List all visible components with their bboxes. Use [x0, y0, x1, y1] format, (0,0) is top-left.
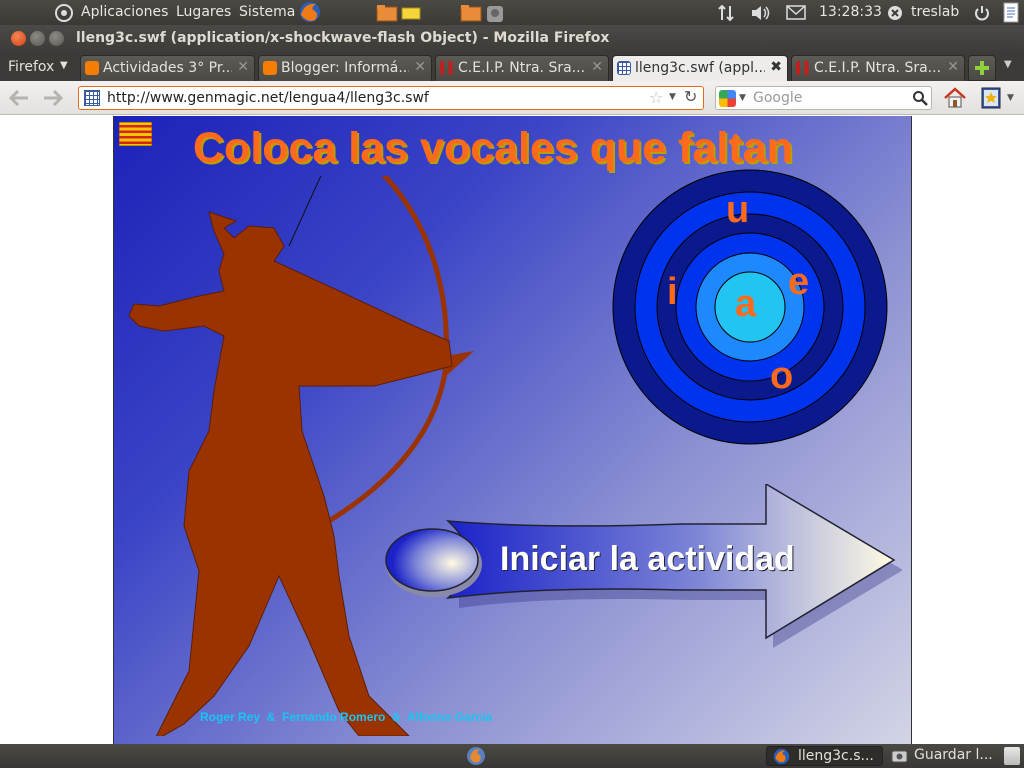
document-icon[interactable]: [1002, 2, 1020, 24]
site-identity-icon[interactable]: [84, 90, 100, 106]
gnome-top-panel: Aplicaciones Lugares Sistema 13:28:33 tr…: [0, 0, 1024, 25]
panel-clock[interactable]: 13:28:33: [819, 4, 882, 20]
taskbar-firefox[interactable]: lleng3c.s...: [766, 746, 883, 766]
bookmark-star-icon[interactable]: ☆: [649, 88, 663, 107]
flash-activity[interactable]: Coloca las vocales que faltan u i a e o: [113, 116, 912, 744]
tab-label: lleng3c.swf (appl...: [635, 60, 765, 76]
user-status-icon[interactable]: [887, 5, 903, 21]
url-bar[interactable]: http://www.genmagic.net/lengua4/lleng3c.…: [78, 86, 704, 110]
bookmarks-icon[interactable]: [980, 86, 1002, 110]
taskbar-label: Guardar l...: [914, 747, 993, 763]
window-title: lleng3c.swf (application/x-shockwave-fla…: [76, 30, 610, 46]
minimize-window-button[interactable]: [30, 31, 45, 46]
history-dropdown-icon[interactable]: ▼: [669, 92, 676, 102]
window-titlebar: lleng3c.swf (application/x-shockwave-fla…: [0, 25, 1024, 53]
volume-icon[interactable]: [749, 3, 773, 23]
tab-blogger[interactable]: Blogger: Informá... ✕: [258, 55, 432, 81]
show-desktop-icon[interactable]: [466, 746, 486, 766]
catalan-flag-icon[interactable]: [119, 122, 152, 146]
tab-label: Actividades 3° Pr...: [103, 60, 232, 76]
firefox-menu-label: Firefox: [8, 59, 55, 75]
activity-title: Coloca las vocales que faltan: [193, 124, 793, 172]
close-icon[interactable]: ✖: [770, 59, 782, 75]
trash-icon[interactable]: [1004, 747, 1020, 765]
blogger-icon: [263, 61, 277, 75]
credits-text: Roger Rey & Fernando Romero & Alfonso Ga…: [200, 710, 493, 724]
firefox-menu-button[interactable]: Firefox ▼: [0, 55, 76, 81]
page-icon: [440, 61, 454, 75]
camera-icon: [891, 750, 908, 763]
url-text[interactable]: http://www.genmagic.net/lengua4/lleng3c.…: [107, 90, 429, 106]
tab-actividades[interactable]: Actividades 3° Pr... ✕: [80, 55, 255, 81]
close-icon[interactable]: ✕: [947, 59, 959, 75]
tab-list-icon[interactable]: ▼: [1004, 59, 1012, 70]
tab-lleng3c-active[interactable]: lleng3c.swf (appl... ✖: [612, 55, 788, 81]
taskbar-screenshot[interactable]: Guardar l...: [886, 746, 998, 766]
shutdown-icon[interactable]: [973, 4, 991, 22]
reload-icon[interactable]: ↻: [684, 87, 697, 106]
close-window-button[interactable]: [11, 31, 26, 46]
search-box[interactable]: ▼ Google: [715, 86, 932, 110]
plus-icon: [975, 61, 989, 75]
close-icon[interactable]: ✕: [414, 59, 426, 75]
ubuntu-logo-icon[interactable]: [54, 3, 74, 23]
tab-ceip-2[interactable]: C.E.I.P. Ntra. Sra.... ✕: [791, 55, 965, 81]
taskbar-label: lleng3c.s...: [798, 748, 874, 764]
gimp-launcher-icon[interactable]: [484, 3, 506, 25]
panel-username[interactable]: treslab: [911, 4, 959, 20]
search-placeholder: Google: [753, 90, 803, 106]
menu-applications[interactable]: Aplicaciones: [81, 4, 168, 20]
vowel-a[interactable]: a: [735, 283, 756, 326]
vowel-u[interactable]: u: [726, 189, 749, 232]
page-content: Coloca las vocales que faltan u i a e o: [0, 116, 1024, 744]
new-tab-button[interactable]: [968, 55, 996, 81]
folder-launcher-icon[interactable]: [376, 3, 398, 23]
firefox-icon: [773, 748, 790, 765]
blogger-icon: [85, 61, 99, 75]
network-icon[interactable]: [716, 3, 736, 23]
tab-bar: Firefox ▼ Actividades 3° Pr... ✕ Blogger…: [0, 53, 1024, 81]
navigation-bar: http://www.genmagic.net/lengua4/lleng3c.…: [0, 81, 1024, 115]
forward-arrow-icon[interactable]: [40, 87, 66, 109]
close-icon[interactable]: ✕: [237, 59, 249, 75]
google-engine-icon[interactable]: [719, 90, 736, 107]
vowel-i[interactable]: i: [667, 271, 678, 314]
mail-icon[interactable]: [786, 5, 806, 20]
tab-ceip-1[interactable]: C.E.I.P. Ntra. Sra.... ✕: [435, 55, 609, 81]
search-icon[interactable]: [912, 90, 928, 106]
home-icon[interactable]: [942, 85, 968, 111]
page-icon: [796, 61, 810, 75]
tab-label: C.E.I.P. Ntra. Sra....: [458, 60, 586, 76]
tab-label: Blogger: Informá...: [281, 60, 409, 76]
notes-launcher-icon[interactable]: [400, 3, 422, 23]
vowel-o[interactable]: o: [770, 355, 793, 398]
gnome-bottom-panel: lleng3c.s... Guardar l...: [0, 744, 1024, 768]
menu-system[interactable]: Sistema: [239, 4, 295, 20]
chevron-down-icon[interactable]: ▼: [1007, 93, 1014, 103]
page-icon: [617, 61, 631, 75]
tab-label: C.E.I.P. Ntra. Sra....: [814, 60, 942, 76]
close-icon[interactable]: ✕: [591, 59, 603, 75]
maximize-window-button[interactable]: [49, 31, 64, 46]
chevron-down-icon: ▼: [60, 60, 68, 71]
menu-places[interactable]: Lugares: [176, 4, 231, 20]
home-folder-launcher-icon[interactable]: [460, 3, 482, 23]
vowel-e[interactable]: e: [788, 261, 809, 304]
chevron-down-icon[interactable]: ▼: [739, 93, 746, 103]
start-activity-label[interactable]: Iniciar la actividad: [500, 540, 795, 579]
archer-illustration: [128, 176, 474, 736]
back-arrow-icon[interactable]: [6, 87, 32, 109]
firefox-launcher-icon[interactable]: [298, 1, 322, 23]
